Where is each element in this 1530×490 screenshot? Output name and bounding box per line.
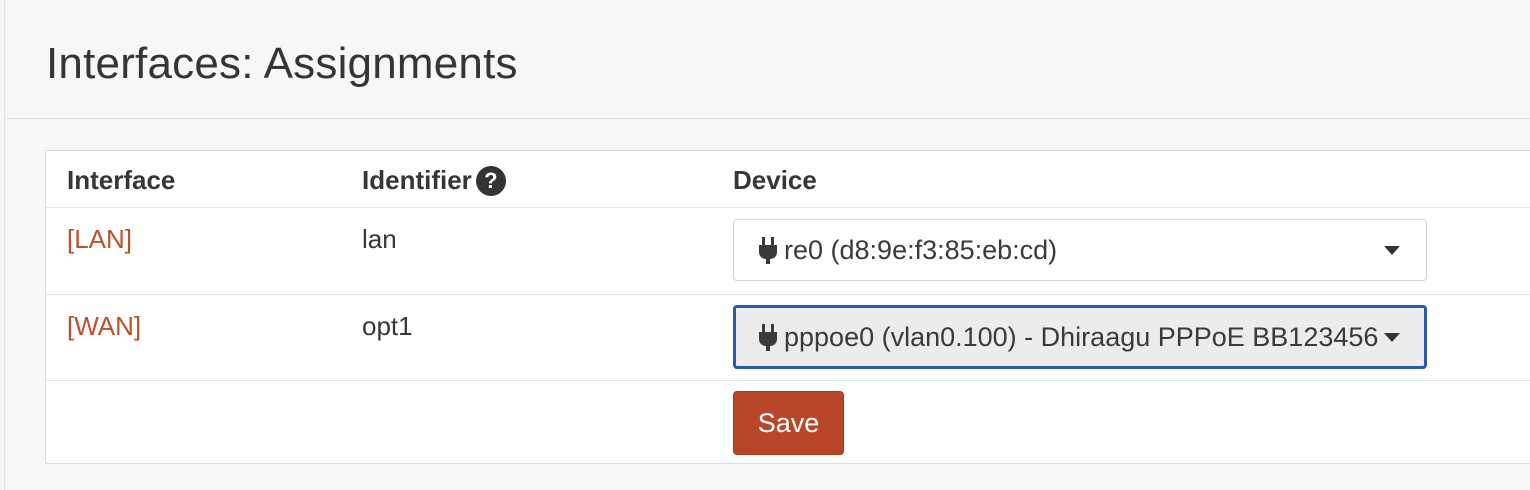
- device-select-text: re0 (d8:9e:f3:85:eb:cd): [784, 234, 1058, 265]
- column-header-interface: Interface: [67, 165, 176, 195]
- page-header: Interfaces: Assignments: [4, 0, 1530, 119]
- table-header-row: Interface Identifier? Device: [46, 151, 1530, 208]
- interface-link-lan[interactable]: [LAN]: [67, 224, 132, 254]
- interface-link-wan[interactable]: [WAN]: [67, 311, 141, 341]
- help-icon[interactable]: ?: [475, 166, 506, 196]
- table-row: [LAN] lan re0 (d8:9e:f3:85:eb:cd): [46, 208, 1530, 295]
- device-select-lan[interactable]: re0 (d8:9e:f3:85:eb:cd): [733, 219, 1427, 281]
- column-header-device: Device: [733, 165, 817, 195]
- device-select-text: pppoe0 (vlan0.100) - Dhiraagu PPPoE BB12…: [784, 321, 1378, 352]
- table-row: [WAN] opt1 pppoe0 (vlan0.100) - Dhiraagu…: [46, 295, 1530, 381]
- page-title: Interfaces: Assignments: [46, 39, 518, 88]
- plug-icon: [759, 324, 777, 351]
- column-header-identifier-label: Identifier: [362, 165, 472, 195]
- assignments-table: Interface Identifier? Device [LAN] lan r…: [45, 150, 1530, 464]
- save-button[interactable]: Save: [733, 391, 844, 455]
- chevron-down-icon: [1384, 246, 1400, 255]
- device-select-value: pppoe0 (vlan0.100) - Dhiraagu PPPoE BB12…: [758, 308, 1378, 366]
- chevron-down-icon: [1384, 333, 1400, 342]
- table-footer-row: Save: [46, 381, 1530, 465]
- identifier-value: lan: [362, 224, 397, 254]
- device-select-value: re0 (d8:9e:f3:85:eb:cd): [758, 220, 1380, 280]
- column-header-identifier: Identifier?: [362, 165, 506, 196]
- device-select-wan[interactable]: pppoe0 (vlan0.100) - Dhiraagu PPPoE BB12…: [733, 305, 1427, 369]
- plug-icon: [759, 237, 777, 264]
- page: Interfaces: Assignments Interface Identi…: [0, 0, 1530, 490]
- identifier-value: opt1: [362, 311, 413, 341]
